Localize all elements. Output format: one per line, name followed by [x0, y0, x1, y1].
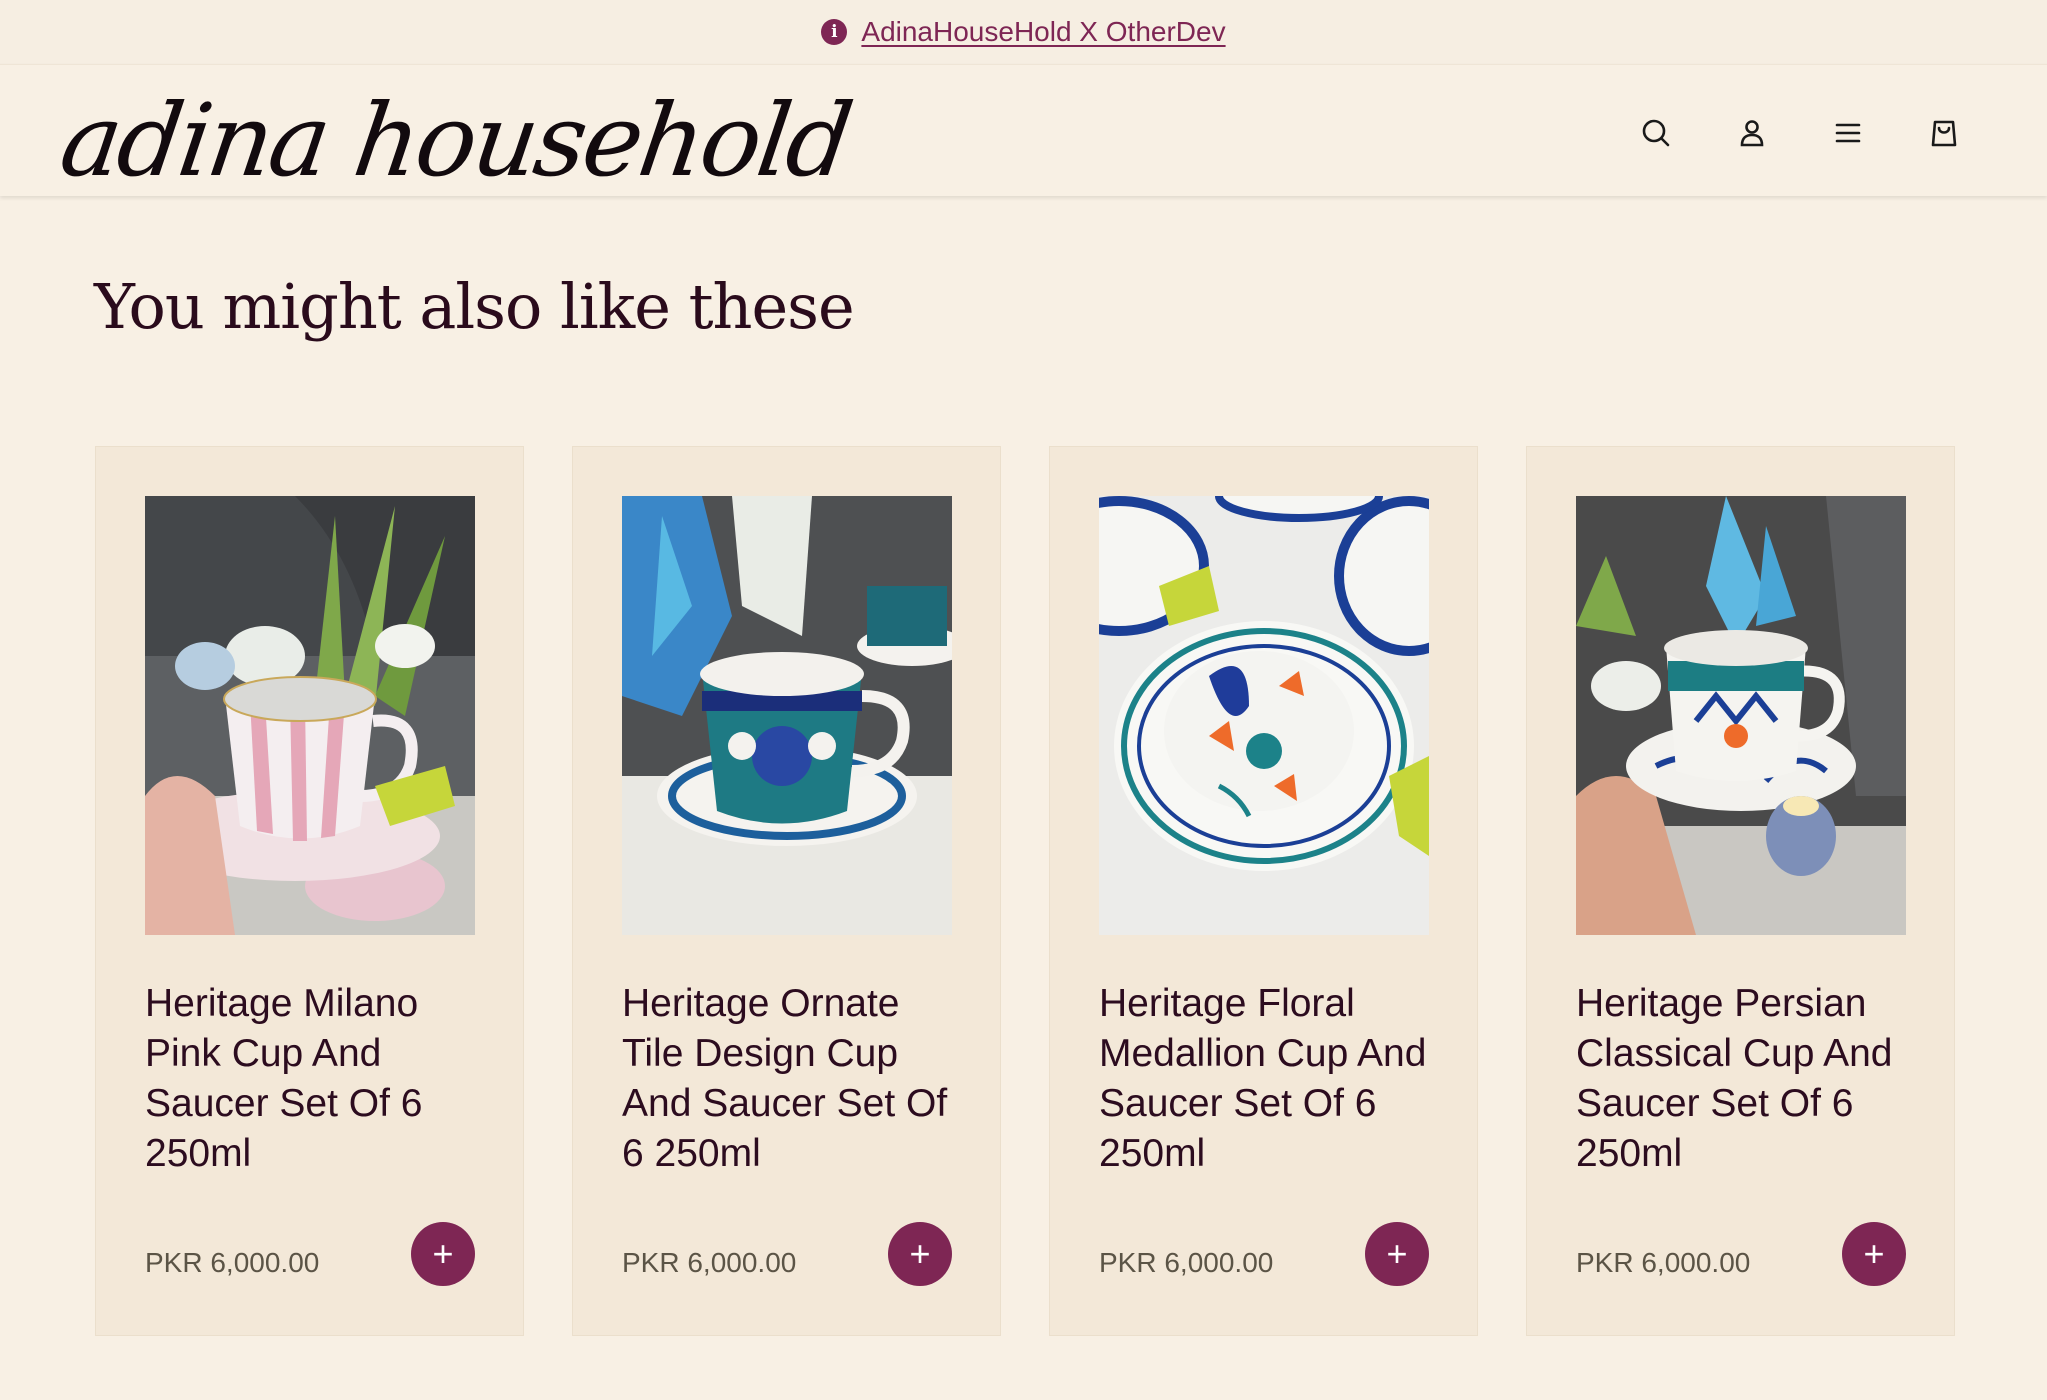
- product-card[interactable]: Heritage Floral Medallion Cup And Saucer…: [1049, 446, 1478, 1336]
- product-card[interactable]: Heritage Milano Pink Cup And Saucer Set …: [95, 446, 524, 1336]
- site-header: adina household: [0, 64, 2047, 199]
- add-to-cart-button[interactable]: +: [1842, 1222, 1906, 1286]
- add-to-cart-button[interactable]: +: [888, 1222, 952, 1286]
- product-title[interactable]: Heritage Floral Medallion Cup And Saucer…: [1099, 979, 1439, 1179]
- info-icon: i: [821, 19, 848, 45]
- product-price: PKR 6,000.00: [145, 1247, 320, 1278]
- header-icons: [1628, 105, 1972, 161]
- product-price: PKR 6,000.00: [1099, 1247, 1274, 1278]
- product-image[interactable]: [145, 496, 475, 935]
- product-grid: Heritage Milano Pink Cup And Saucer Set …: [95, 446, 1955, 1336]
- product-price: PKR 6,000.00: [622, 1247, 797, 1278]
- product-title[interactable]: Heritage Persian Classical Cup And Sauce…: [1576, 979, 1916, 1179]
- product-image[interactable]: [1576, 496, 1906, 935]
- search-icon[interactable]: [1628, 105, 1684, 161]
- product-image[interactable]: [1099, 496, 1429, 935]
- account-icon[interactable]: [1724, 105, 1780, 161]
- announcement-bar: i AdinaHouseHold X OtherDev: [0, 0, 2047, 64]
- announcement-link[interactable]: AdinaHouseHold X OtherDev: [861, 16, 1225, 48]
- product-title[interactable]: Heritage Ornate Tile Design Cup And Sauc…: [622, 979, 962, 1179]
- section-title: You might also like these: [94, 270, 855, 343]
- product-price: PKR 6,000.00: [1576, 1247, 1751, 1278]
- add-to-cart-button[interactable]: +: [1365, 1222, 1429, 1286]
- menu-icon[interactable]: [1820, 105, 1876, 161]
- product-image[interactable]: [622, 496, 952, 935]
- product-card[interactable]: Heritage Persian Classical Cup And Sauce…: [1526, 446, 1955, 1336]
- product-title[interactable]: Heritage Milano Pink Cup And Saucer Set …: [145, 979, 485, 1179]
- cart-icon[interactable]: [1916, 105, 1972, 161]
- add-to-cart-button[interactable]: +: [411, 1222, 475, 1286]
- product-card[interactable]: Heritage Ornate Tile Design Cup And Sauc…: [572, 446, 1001, 1336]
- logo[interactable]: adina household: [54, 82, 857, 199]
